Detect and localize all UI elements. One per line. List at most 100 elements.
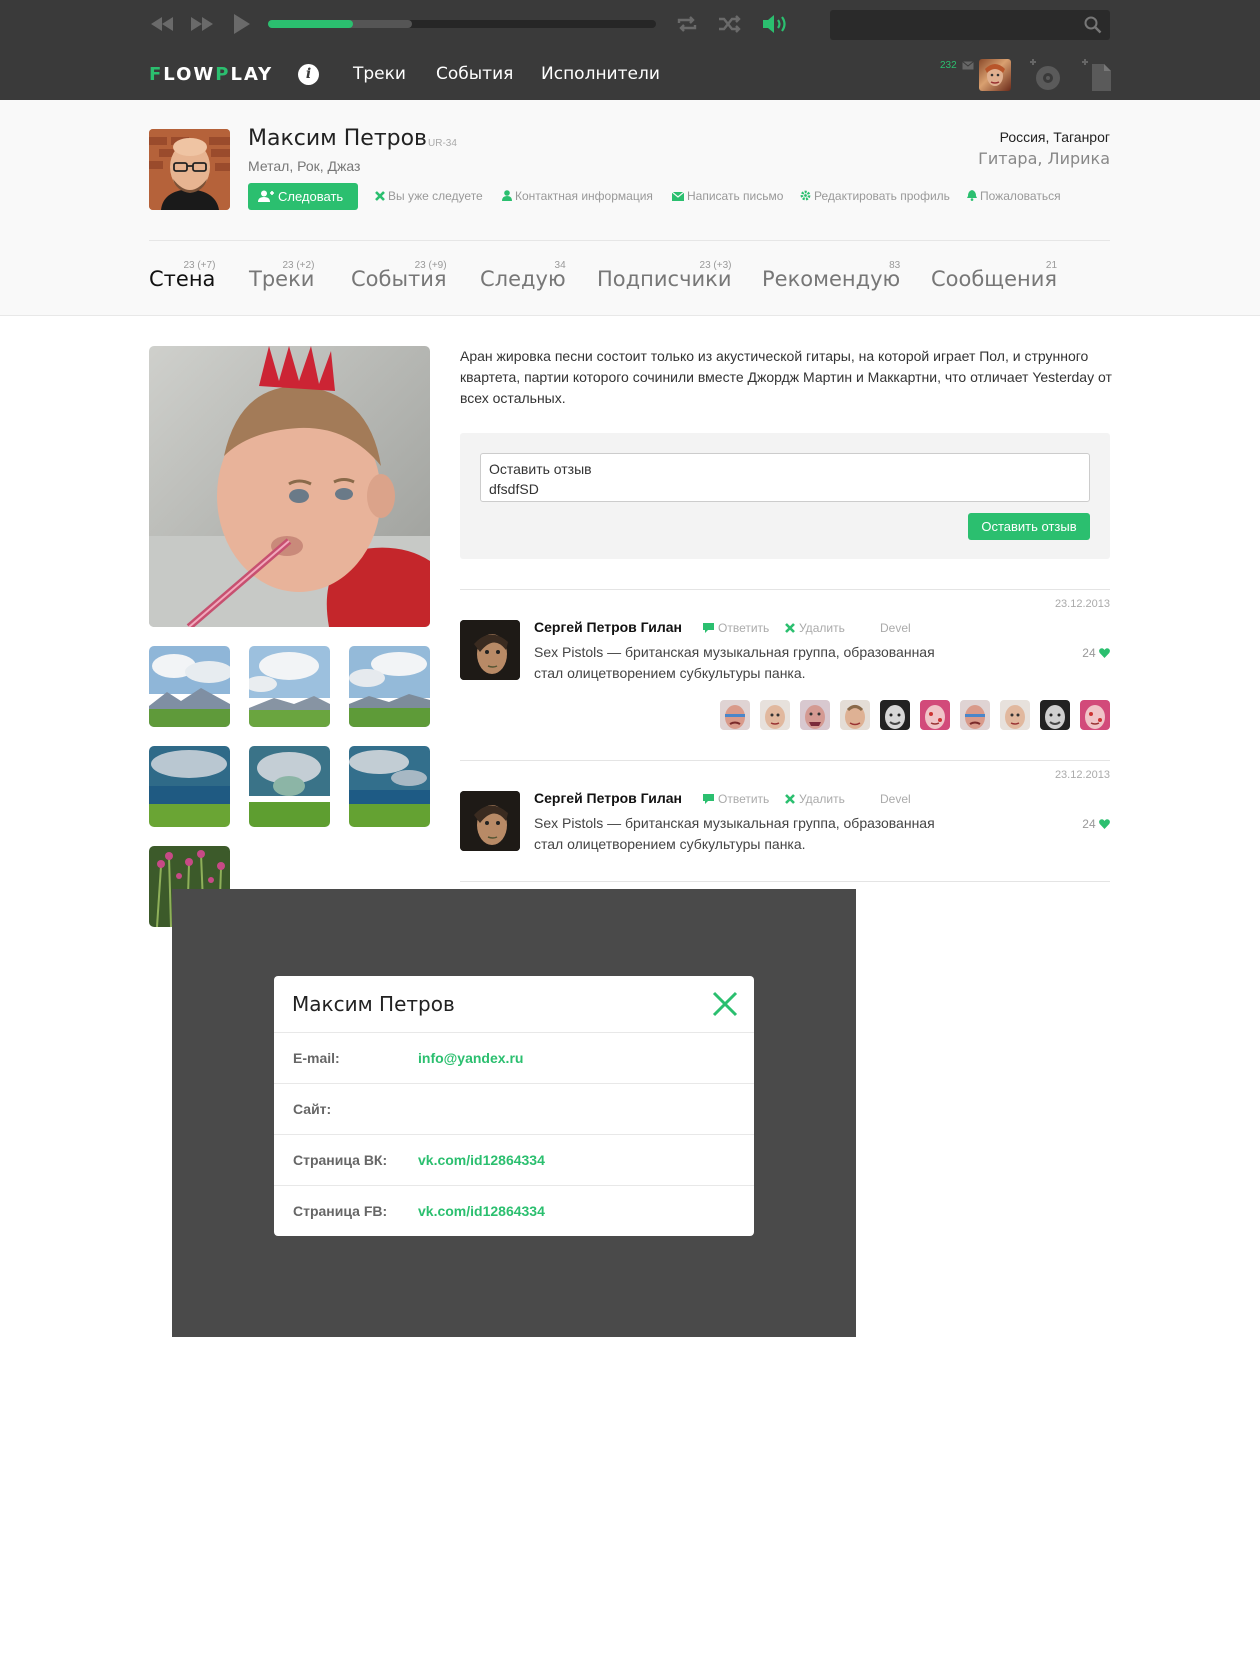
liker-avatar[interactable] bbox=[1000, 700, 1030, 730]
contact-label: Страница ВК: bbox=[293, 1152, 388, 1168]
close-icon[interactable] bbox=[712, 991, 738, 1017]
reply-link[interactable]: Ответить bbox=[703, 792, 769, 806]
volume-icon[interactable] bbox=[762, 13, 790, 35]
search-box bbox=[830, 10, 1110, 40]
profile-code: UR-34 bbox=[428, 138, 457, 149]
edit-profile-label: Редактировать профиль bbox=[814, 189, 950, 203]
bell-icon bbox=[967, 190, 977, 201]
gallery-thumbnail[interactable] bbox=[249, 746, 330, 827]
profile-name: Максим Петров bbox=[248, 126, 428, 151]
profile-avatar bbox=[149, 129, 230, 210]
tab-count: 23 (+9) bbox=[414, 260, 447, 271]
mail-icon[interactable] bbox=[962, 61, 974, 70]
gallery-thumbnail[interactable] bbox=[149, 746, 230, 827]
tab-following[interactable]: 34 Следую bbox=[480, 260, 566, 291]
review-textarea[interactable]: Оставить отзыв dfsdfSD bbox=[480, 453, 1090, 502]
comment-tag: Devel bbox=[880, 792, 911, 806]
tabs-divider bbox=[149, 240, 1110, 241]
info-icon[interactable]: i bbox=[298, 64, 319, 85]
already-following-link[interactable]: Вы уже следуете bbox=[375, 189, 483, 203]
comment-avatar[interactable] bbox=[460, 620, 520, 680]
comment-author[interactable]: Сергей Петров Гилан bbox=[534, 619, 682, 635]
tab-label: Рекомендую bbox=[762, 267, 901, 291]
gallery-thumbnail[interactable] bbox=[149, 646, 230, 727]
liker-avatar[interactable] bbox=[1040, 700, 1070, 730]
like-count: 24 bbox=[1082, 646, 1096, 660]
contact-info-modal: Максим Петров E-mail: info@yandex.ru Сай… bbox=[274, 976, 754, 1236]
nav-tracks[interactable]: Треки bbox=[353, 64, 406, 84]
edit-profile-link[interactable]: Редактировать профиль bbox=[800, 189, 950, 203]
contact-row-site: Сайт: bbox=[274, 1083, 754, 1134]
add-track-icon[interactable] bbox=[1080, 58, 1112, 92]
comment-text: Sex Pistols — британская музыкальная гру… bbox=[534, 815, 935, 852]
comment-author[interactable]: Сергей Петров Гилан bbox=[534, 790, 682, 806]
follow-button[interactable]: Следовать bbox=[248, 183, 358, 210]
tab-label: Следую bbox=[480, 267, 566, 291]
rewind-icon[interactable] bbox=[150, 12, 174, 36]
submit-review-button[interactable]: Оставить отзыв bbox=[968, 513, 1090, 540]
like-counter[interactable]: 24 bbox=[1082, 646, 1110, 660]
tab-wall[interactable]: 23 (+7) Стена bbox=[149, 260, 215, 291]
contact-label: Страница FB: bbox=[293, 1203, 388, 1219]
nav-events[interactable]: События bbox=[436, 64, 513, 84]
fb-link[interactable]: vk.com/id12864334 bbox=[418, 1203, 545, 1219]
contact-row-email: E-mail: info@yandex.ru bbox=[274, 1032, 754, 1083]
liker-avatar[interactable] bbox=[880, 700, 910, 730]
search-icon[interactable] bbox=[1084, 16, 1102, 34]
repeat-icon[interactable] bbox=[676, 14, 698, 34]
tab-events[interactable]: 23 (+9) События bbox=[351, 260, 447, 291]
profile-location: Россия, Таганрог bbox=[999, 129, 1110, 145]
gallery-thumbnail[interactable] bbox=[349, 646, 430, 727]
profile-bio: Аран жировка песни состоит только из аку… bbox=[460, 348, 1112, 406]
profile-genres: Метал, Рок, Джаз bbox=[248, 158, 361, 174]
track-progress-bar[interactable] bbox=[268, 20, 656, 28]
contact-info-label: Контактная информация bbox=[515, 189, 653, 203]
delete-link[interactable]: Удалить bbox=[785, 621, 845, 635]
profile-photo[interactable] bbox=[149, 346, 430, 627]
write-message-link[interactable]: Написать письмо bbox=[672, 189, 783, 203]
email-link[interactable]: info@yandex.ru bbox=[418, 1050, 523, 1066]
liker-avatar[interactable] bbox=[800, 700, 830, 730]
add-album-icon[interactable] bbox=[1028, 58, 1062, 92]
envelope-icon bbox=[672, 192, 684, 201]
like-counter[interactable]: 24 bbox=[1082, 817, 1110, 831]
contact-info-link[interactable]: Контактная информация bbox=[502, 189, 653, 203]
report-link[interactable]: Пожаловаться bbox=[967, 189, 1061, 203]
gallery-thumbnail[interactable] bbox=[249, 646, 330, 727]
liker-avatar[interactable] bbox=[720, 700, 750, 730]
liker-avatar[interactable] bbox=[920, 700, 950, 730]
delete-link[interactable]: Удалить bbox=[785, 792, 845, 806]
delete-label: Удалить bbox=[799, 621, 845, 635]
shuffle-icon[interactable] bbox=[718, 14, 742, 34]
tab-messages[interactable]: 21 Сообщения bbox=[931, 260, 1057, 291]
users-icon bbox=[258, 190, 274, 202]
comment-avatar[interactable] bbox=[460, 791, 520, 851]
report-label: Пожаловаться bbox=[980, 189, 1061, 203]
gear-icon bbox=[800, 190, 811, 201]
message-count[interactable]: 232 bbox=[940, 60, 957, 71]
liker-avatar[interactable] bbox=[760, 700, 790, 730]
tab-tracks[interactable]: 23 (+2) Треки bbox=[249, 260, 314, 291]
search-input[interactable] bbox=[830, 10, 1070, 40]
tab-label: Сообщения bbox=[931, 267, 1058, 291]
play-icon[interactable] bbox=[232, 12, 252, 36]
app-logo[interactable]: FLOWPLAY bbox=[149, 64, 273, 85]
comment-divider bbox=[460, 881, 1110, 882]
tab-subscribers[interactable]: 23 (+3) Подписчики bbox=[597, 260, 731, 291]
tab-count: 21 bbox=[1045, 260, 1058, 271]
vk-link[interactable]: vk.com/id12864334 bbox=[418, 1152, 545, 1168]
user-avatar[interactable] bbox=[979, 59, 1011, 91]
comment-text: Sex Pistols — британская музыкальная гру… bbox=[534, 644, 935, 681]
reply-link[interactable]: Ответить bbox=[703, 621, 769, 635]
gallery-thumbnail[interactable] bbox=[349, 746, 430, 827]
liker-avatar[interactable] bbox=[840, 700, 870, 730]
liker-avatar[interactable] bbox=[1080, 700, 1110, 730]
tab-count: 83 bbox=[889, 260, 901, 271]
liker-avatar[interactable] bbox=[960, 700, 990, 730]
heart-icon bbox=[1099, 819, 1110, 829]
tab-recommend[interactable]: 83 Рекомендую bbox=[762, 260, 900, 291]
tab-count: 23 (+2) bbox=[282, 260, 315, 271]
write-message-label: Написать письмо bbox=[687, 189, 784, 203]
fast-forward-icon[interactable] bbox=[190, 12, 214, 36]
nav-artists[interactable]: Исполнители bbox=[541, 64, 660, 84]
